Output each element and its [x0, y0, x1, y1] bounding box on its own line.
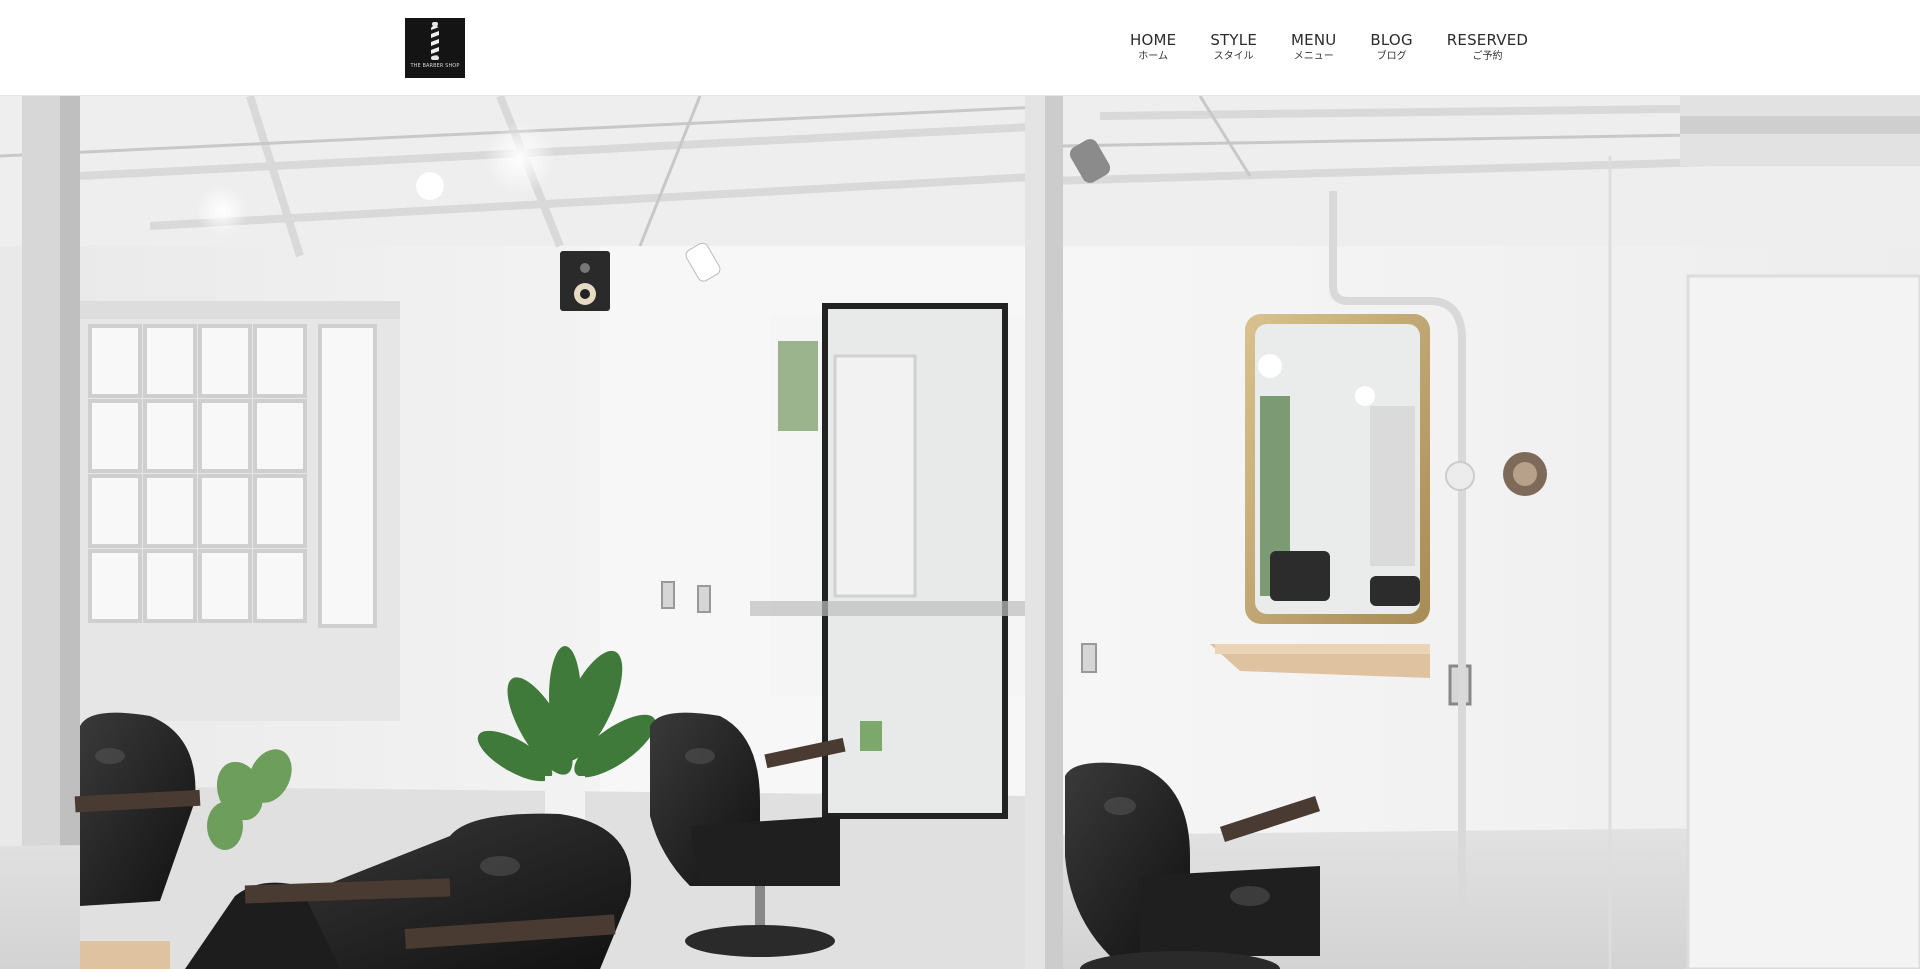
- barbershop-interior-photo: [0, 96, 1920, 969]
- nav-item-reserved[interactable]: RESERVED ご予約: [1447, 30, 1528, 64]
- nav-item-style[interactable]: STYLE スタイル: [1210, 30, 1257, 64]
- nav-item-home[interactable]: HOME ホーム: [1130, 30, 1176, 64]
- nav-item-label: STYLE: [1210, 31, 1257, 49]
- main-nav: HOME ホーム STYLE スタイル MENU メニュー BLOG ブログ R…: [1130, 30, 1528, 64]
- nav-item-sublabel: メニュー: [1293, 51, 1334, 62]
- nav-item-sublabel: ご予約: [1472, 51, 1503, 62]
- nav-item-label: HOME: [1130, 31, 1177, 49]
- nav-item-menu[interactable]: MENU メニュー: [1291, 30, 1336, 64]
- nav-item-label: RESERVED: [1446, 31, 1529, 49]
- nav-item-sublabel: ブログ: [1376, 51, 1407, 62]
- nav-item-label: MENU: [1291, 31, 1337, 49]
- logo-text: THE BARBER SHOP: [410, 63, 460, 69]
- nav-item-sublabel: スタイル: [1213, 51, 1254, 62]
- hero-image: [0, 96, 1920, 969]
- nav-item-blog[interactable]: BLOG ブログ: [1370, 30, 1412, 64]
- nav-item-label: BLOG: [1370, 31, 1413, 49]
- site-logo[interactable]: THE BARBER SHOP: [405, 18, 465, 78]
- site-header: THE BARBER SHOP HOME ホーム STYLE スタイル MENU…: [0, 0, 1920, 96]
- nav-item-sublabel: ホーム: [1138, 51, 1168, 62]
- barber-pole-icon: [431, 22, 439, 60]
